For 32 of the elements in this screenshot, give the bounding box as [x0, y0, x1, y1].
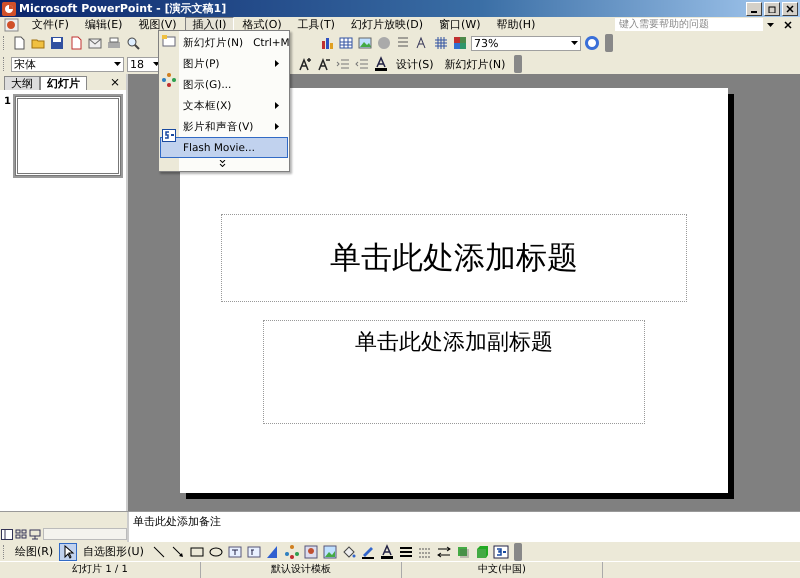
status-text: 默认设计模板	[201, 562, 402, 578]
notes-field[interactable]: 单击此处添加备注	[127, 512, 800, 542]
menu-item[interactable]: 文本框(X)	[160, 95, 288, 116]
menu-item[interactable]: 影片和声音(V)	[160, 116, 288, 137]
menu-item[interactable]: Flash Movie...	[160, 137, 288, 158]
menu-item[interactable]: 文件(F)	[24, 16, 77, 32]
menu-item[interactable]: 帮助(H)	[488, 16, 544, 32]
menu-item[interactable]: 格式(O)	[234, 16, 290, 32]
menu-item[interactable]: 图示(G)...	[160, 74, 288, 95]
menu-item[interactable]: 新幻灯片(N) Ctrl+M	[160, 32, 288, 53]
zoom-dropdown[interactable]: 73%	[471, 36, 581, 50]
draw-menu[interactable]: 绘图(R)	[11, 544, 58, 559]
new-slide-button[interactable]: 新幻灯片(N)	[440, 56, 510, 72]
menu-item[interactable]: 编辑(E)	[76, 16, 130, 32]
menu-item[interactable]: 工具(T)	[290, 16, 343, 32]
font-dropdown[interactable]: 宋体	[11, 56, 124, 72]
panel-tab[interactable]: 大纲	[4, 76, 40, 90]
menu-item[interactable]: 窗口(W)	[431, 16, 488, 32]
panel-tab[interactable]: 幻灯片	[40, 76, 87, 90]
title-placeholder[interactable]: 单击此处添加标题	[221, 214, 687, 302]
help-search-field[interactable]: 键入需要帮助的问题	[615, 18, 763, 31]
subtitle-placeholder[interactable]: 单击此处添加副标题	[263, 320, 645, 424]
menu-item[interactable]: 图片(P)	[160, 53, 288, 74]
menu-item[interactable]: 视图(V)	[130, 16, 185, 32]
autoshapes-menu[interactable]: 自选图形(U)	[79, 544, 148, 559]
window-title: Microsoft PowerPoint - [演示文稿1]	[19, 1, 226, 16]
close-button[interactable]: ×	[104, 75, 126, 89]
slide-number: 1	[4, 96, 11, 109]
design-button[interactable]: 设计(S)	[392, 56, 438, 72]
status-text: 中文(中国)	[402, 562, 603, 578]
status-text: 幻灯片 1 / 1	[0, 562, 201, 578]
menu-item[interactable]: 幻灯片放映(D)	[342, 16, 432, 32]
